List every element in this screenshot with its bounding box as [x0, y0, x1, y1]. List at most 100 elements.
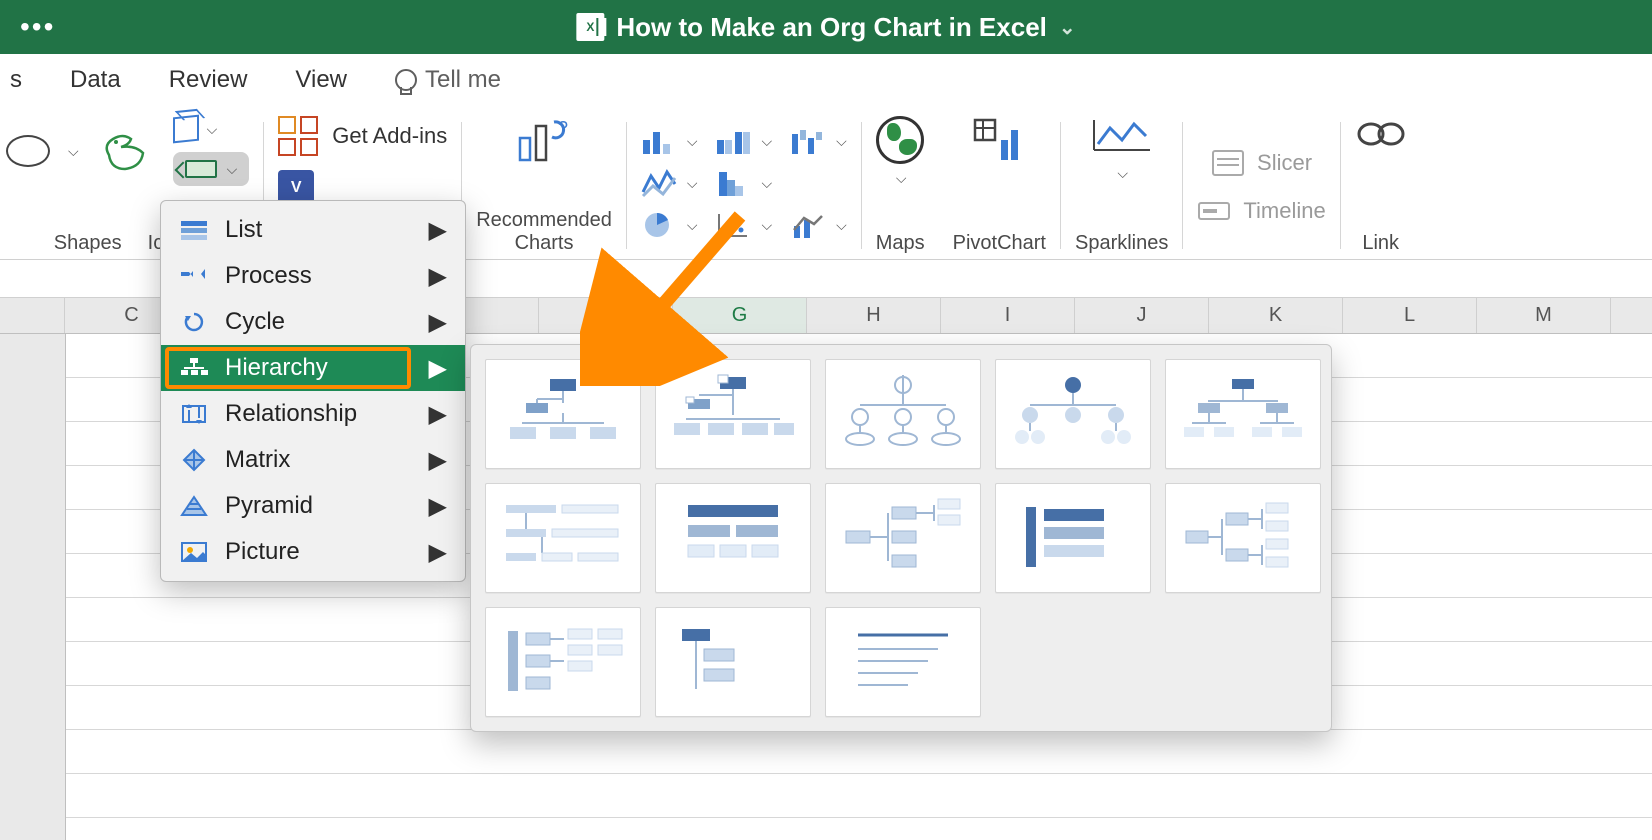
tab-partial[interactable]: s: [10, 66, 22, 94]
charts-group: ⌵ ⌵ ⌵ ⌵ ⌵ ⌵ ⌵ ⌵: [627, 112, 861, 259]
smartart-icon: [185, 160, 217, 178]
chevron-down-icon: ⌵: [227, 161, 238, 178]
horizontal-labeled-thumb[interactable]: [485, 607, 641, 717]
submenu-arrow-icon: ▶: [429, 308, 447, 337]
globe-icon: [876, 116, 924, 164]
maps-button[interactable]: ⌵ Maps: [862, 112, 939, 259]
col-h[interactable]: H: [807, 298, 941, 333]
lined-list-thumb[interactable]: [825, 607, 981, 717]
slicer-label: Slicer: [1257, 150, 1312, 176]
slicer-icon: [1211, 149, 1245, 177]
lightbulb-icon: [395, 69, 417, 91]
sparklines-label: Sparklines: [1075, 232, 1168, 257]
maps-label: Maps: [876, 232, 925, 257]
chevron-down-icon[interactable]: ⌵: [207, 121, 218, 138]
tab-view[interactable]: View: [295, 66, 347, 94]
tell-me-label: Tell me: [425, 66, 501, 94]
scatter-chart-button[interactable]: ⌵: [715, 210, 772, 240]
recommended-charts-label: Recommended Charts: [476, 209, 612, 257]
tab-review[interactable]: Review: [169, 66, 248, 94]
col-f[interactable]: F: [539, 298, 673, 333]
name-title-org-thumb[interactable]: [825, 359, 981, 469]
link-label: Link: [1362, 232, 1399, 257]
matrix-icon: [179, 448, 209, 472]
column-chart-button[interactable]: ⌵: [641, 126, 698, 156]
ribbon-tabs: s Data Review View Tell me: [0, 54, 1652, 106]
org-chart-thumb[interactable]: [485, 359, 641, 469]
line-chart-button[interactable]: ⌵: [641, 168, 698, 198]
picture-org-chart-thumb[interactable]: [655, 359, 811, 469]
titlebar: ••• X How to Make an Org Chart in Excel …: [0, 0, 1652, 54]
link-button[interactable]: Link: [1341, 112, 1421, 259]
excel-file-icon: X: [576, 13, 604, 41]
relationship-icon: [179, 402, 209, 426]
document-title[interactable]: How to Make an Org Chart in Excel: [616, 12, 1047, 43]
smartart-button[interactable]: ⌵: [173, 152, 250, 186]
smartart-category-menu: List▶ Process▶ Cycle▶ Hierarchy▶ Relatio…: [160, 200, 466, 582]
submenu-arrow-icon: ▶: [429, 492, 447, 521]
submenu-arrow-icon: ▶: [429, 400, 447, 429]
horizontal-multi-level-thumb[interactable]: [1165, 483, 1321, 593]
icons-button[interactable]: [99, 129, 149, 173]
submenu-arrow-icon: ▶: [429, 216, 447, 245]
addins-label[interactable]: Get Add-ins: [332, 123, 447, 149]
pivotchart-icon: [971, 116, 1027, 169]
svg-text:?: ?: [558, 118, 568, 138]
link-icon: [1355, 116, 1407, 152]
menu-cycle[interactable]: Cycle▶: [161, 299, 465, 345]
shapes-label: Shapes: [54, 232, 122, 257]
menu-process[interactable]: Process▶: [161, 253, 465, 299]
menu-list[interactable]: List▶: [161, 207, 465, 253]
tab-data[interactable]: Data: [70, 66, 121, 94]
hierarchy-gallery: [470, 344, 1332, 732]
col-i[interactable]: I: [941, 298, 1075, 333]
submenu-arrow-icon: ▶: [429, 446, 447, 475]
oval-icon: [6, 135, 50, 167]
select-all-corner[interactable]: [0, 298, 65, 333]
table-hierarchy-thumb[interactable]: [655, 483, 811, 593]
menu-pyramid[interactable]: Pyramid▶: [161, 483, 465, 529]
pie-chart-button[interactable]: ⌵: [641, 210, 698, 240]
menu-relationship[interactable]: Relationship▶: [161, 391, 465, 437]
waterfall-chart-button[interactable]: ⌵: [790, 126, 847, 156]
addins-icon[interactable]: [278, 116, 318, 156]
hierarchy-thumb[interactable]: [1165, 359, 1321, 469]
timeline-button[interactable]: Timeline: [1197, 197, 1325, 225]
chevron-down-icon[interactable]: ⌵: [68, 143, 79, 160]
col-j[interactable]: J: [1075, 298, 1209, 333]
list-icon: [179, 218, 209, 242]
col-m[interactable]: M: [1477, 298, 1611, 333]
submenu-arrow-icon: ▶: [429, 538, 447, 567]
col-k[interactable]: K: [1209, 298, 1343, 333]
vertical-box-list-thumb[interactable]: [655, 607, 811, 717]
horizontal-org-thumb[interactable]: [825, 483, 981, 593]
hierarchy-icon: [179, 356, 209, 380]
col-g[interactable]: G: [673, 298, 807, 333]
menu-matrix[interactable]: Matrix▶: [161, 437, 465, 483]
slicer-button[interactable]: Slicer: [1211, 149, 1312, 177]
pivotchart-button[interactable]: PivotChart: [939, 112, 1060, 259]
menu-picture[interactable]: Picture▶: [161, 529, 465, 575]
bar-chart-button[interactable]: ⌵: [715, 126, 772, 156]
labeled-hierarchy-thumb[interactable]: [485, 483, 641, 593]
filters-group: Slicer Timeline: [1183, 112, 1339, 259]
timeline-icon: [1197, 197, 1231, 225]
3d-models-icon[interactable]: [173, 115, 199, 144]
pyramid-icon: [179, 494, 209, 518]
half-circle-org-thumb[interactable]: [995, 359, 1151, 469]
col-l[interactable]: L: [1343, 298, 1477, 333]
submenu-arrow-icon: ▶: [429, 262, 447, 291]
sparklines-button[interactable]: ⌵ Sparklines: [1061, 112, 1182, 259]
pivotchart-label: PivotChart: [953, 232, 1046, 257]
submenu-arrow-icon: ▶: [429, 354, 447, 383]
more-menu-icon[interactable]: •••: [20, 11, 55, 43]
combo-chart-button[interactable]: ⌵: [790, 210, 847, 240]
timeline-label: Timeline: [1243, 198, 1325, 224]
horizontal-hierarchy-thumb[interactable]: [995, 483, 1151, 593]
recommended-charts[interactable]: ? Recommended Charts: [462, 112, 626, 259]
menu-hierarchy[interactable]: Hierarchy▶: [161, 345, 465, 391]
tell-me[interactable]: Tell me: [395, 66, 501, 94]
title-chevron-icon[interactable]: ⌄: [1059, 15, 1076, 40]
shapes-button[interactable]: [0, 123, 56, 179]
area-chart-button[interactable]: ⌵: [715, 168, 772, 198]
